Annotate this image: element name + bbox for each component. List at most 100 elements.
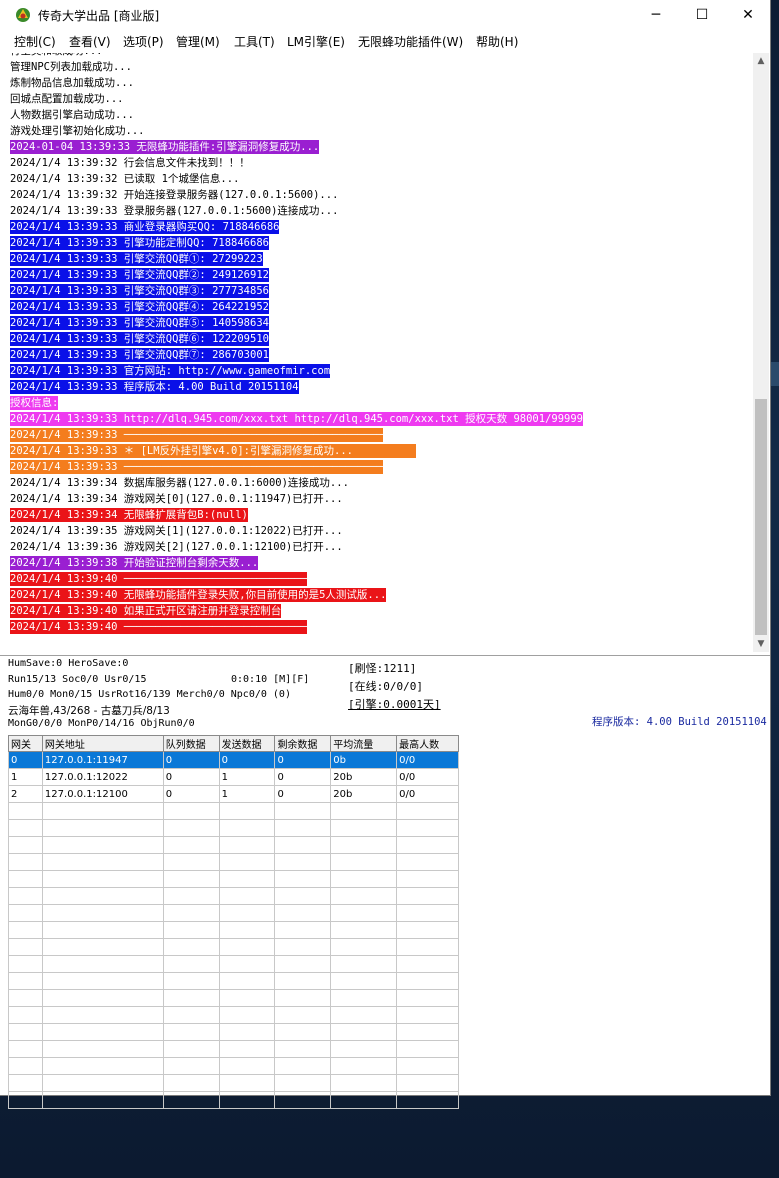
table-cell [162,955,220,973]
table-cell: 0 [274,751,332,769]
table-cell [162,1091,220,1109]
log-line: 2024/1/4 13:39:33 引擎交流QQ群④: 264221952 [10,300,269,314]
table-cell [218,904,276,922]
table-cell [162,921,220,939]
table-cell [396,955,459,973]
menu-lm-engine[interactable]: LM引擎(E) [287,33,345,50]
menu-view[interactable]: 查看(V) [69,33,111,50]
table-row[interactable]: 0 127.0.0.1:11947 0 0 0 0b 0/0 [8,751,459,769]
log-line: 2024/1/4 13:39:40 无限蜂功能插件登录失败,你目前使用的是5人测… [10,588,387,602]
table-cell [274,989,332,1007]
log-line: 2024/1/4 13:39:33 ──────────────────────… [10,428,383,442]
table-cell [8,972,43,990]
status-panel: HumSave:0 HeroSave:0 Run15/13 Soc0/0 Usr… [0,655,770,734]
table-row[interactable]: 1 127.0.0.1:12022 0 1 0 20b 0/0 [8,768,459,786]
table-cell [274,1040,332,1058]
table-cell: 0 [274,768,332,786]
menu-help[interactable]: 帮助(H) [476,33,518,50]
table-cell [41,819,164,837]
log-line: 2024/1/4 13:39:33 引擎交流QQ群③: 277734856 [10,284,269,298]
column-header[interactable]: 网关地址 [41,735,164,752]
menu-bar: 控制(C) 查看(V) 选项(P) 管理(M) 工具(T) LM引擎(E) 无限… [0,30,770,50]
table-cell: 127.0.0.1:12022 [41,768,164,786]
log-line: 2024/1/4 13:39:33 官方网站: http://www.gameo… [10,364,331,378]
engine-days[interactable]: [引擎:0.0001天] [348,696,441,712]
table-cell [396,989,459,1007]
table-cell [218,955,276,973]
status-monster: 云海年兽,43/268 - 古墓刀兵/8/13 [8,705,170,717]
log-line: 2024/1/4 13:39:40 ──────────────────────… [10,572,308,586]
table-row[interactable]: 2 127.0.0.1:12100 0 1 0 20b 0/0 [8,785,459,803]
table-cell [330,802,398,820]
menu-manage[interactable]: 管理(M) [176,33,220,50]
table-cell [330,836,398,854]
maximize-button[interactable]: ☐ [679,0,725,30]
table-cell: 0 [162,768,220,786]
menu-tools[interactable]: 工具(T) [234,33,275,50]
empty-table-row [8,887,459,905]
table-cell [274,802,332,820]
table-cell [218,938,276,956]
table-cell [41,989,164,1007]
log-line: 2024/1/4 13:39:34 数据库服务器(127.0.0.1:6000)… [10,477,349,489]
empty-table-row [8,955,459,973]
table-cell [330,904,398,922]
log-line: 2024-01-04 13:39:33 无限蜂功能插件:引擎漏洞修复成功... [10,140,320,154]
table-cell [218,1006,276,1024]
scroll-thumb[interactable] [755,399,767,635]
table-cell [396,853,459,871]
empty-table-row [8,802,459,820]
column-header[interactable]: 队列数据 [162,735,220,752]
table-cell [218,1074,276,1092]
table-cell [162,853,220,871]
table-cell [162,802,220,820]
table-cell: 0 [162,785,220,803]
table-cell [162,989,220,1007]
log-scrollbar[interactable]: ▲ ▼ [753,53,769,652]
table-cell [396,921,459,939]
log-line: 回城点配置加载成功... [10,93,124,105]
log-line: 2024/1/4 13:39:32 开始连接登录服务器(127.0.0.1:56… [10,189,339,201]
menu-options[interactable]: 选项(P) [123,33,164,50]
table-cell [330,1023,398,1041]
spawn-count: [刷怪:1211] [348,662,417,675]
table-cell: 2 [8,785,43,803]
scroll-up-icon[interactable]: ▲ [753,53,769,69]
table-cell [8,955,43,973]
menu-control[interactable]: 控制(C) [14,33,56,50]
log-line: 2024/1/4 13:39:33 http://dlq.945.com/xxx… [10,412,584,426]
status-hum: Hum0/0 Mon0/15 UsrRot16/139 Merch0/0 Npc… [8,689,291,700]
table-cell [8,938,43,956]
column-header[interactable]: 剩余数据 [274,735,332,752]
column-header[interactable]: 发送数据 [218,735,276,752]
table-cell [41,1023,164,1041]
table-cell [162,836,220,854]
log-panel[interactable]: 行全灵和取成功... 管理NPC列表加载成功... 炼制物品信息加载成功... 回城点… [8,53,753,652]
table-cell [396,1006,459,1024]
column-header[interactable]: 平均流量 [330,735,398,752]
table-cell [162,1006,220,1024]
table-cell [330,921,398,939]
status-timer: 0:0:10 [M][F] [231,674,310,685]
table-cell [218,972,276,990]
table-cell: 1 [8,768,43,786]
table-cell [41,972,164,990]
column-header[interactable]: 最高人数 [396,735,459,752]
table-cell [218,819,276,837]
table-cell [274,870,332,888]
table-cell: 0b [330,751,398,769]
table-cell [162,870,220,888]
scroll-down-icon[interactable]: ▼ [753,636,769,652]
menu-plugin[interactable]: 无限蜂功能插件(W) [358,33,463,50]
close-button[interactable]: ✕ [725,0,771,30]
status-run: Run15/13 Soc0/0 Usr0/15 [8,674,147,685]
minimize-button[interactable]: ─ [633,0,679,30]
table-cell [8,802,43,820]
table-cell [274,819,332,837]
empty-table-row [8,1074,459,1092]
table-cell [396,836,459,854]
column-header[interactable]: 网关 [8,735,43,752]
table-cell [8,853,43,871]
title-bar[interactable]: 传奇大学出品 [商业版] ─ ☐ ✕ [0,0,770,30]
app-logo-icon [16,8,30,22]
